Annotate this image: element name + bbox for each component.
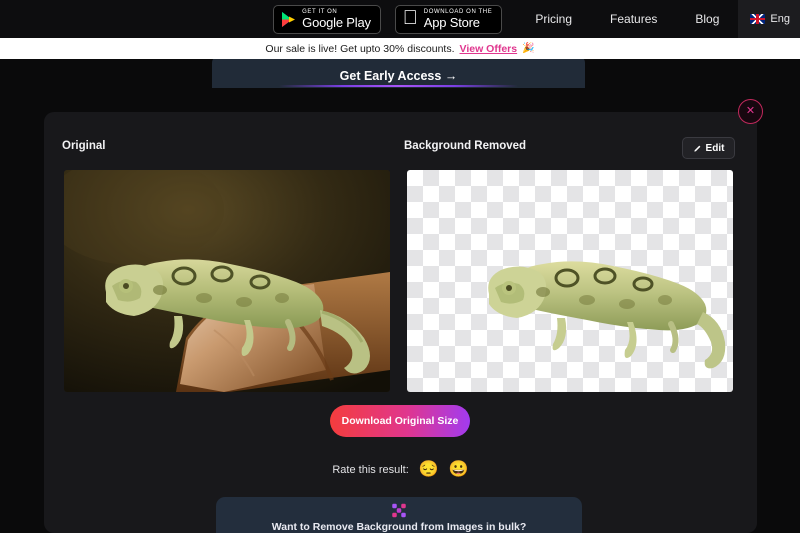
nav-item-pricing[interactable]: Pricing — [516, 12, 591, 26]
edit-button[interactable]: Edit — [682, 137, 735, 159]
view-offers-link[interactable]: View Offers — [460, 43, 518, 55]
early-access-banner[interactable]: Get Early Access → — [212, 55, 585, 88]
bulk-removal-banner[interactable]: Want to Remove Background from Images in… — [216, 497, 582, 533]
party-emoji: 🎉 — [522, 43, 535, 54]
early-access-underline — [212, 85, 585, 87]
card-header: Original Background Removed Edit — [44, 112, 757, 162]
app-store-badge[interactable]:  Download on the App Store — [394, 4, 503, 34]
original-image-pane[interactable] — [64, 170, 390, 392]
header-nav-group: GET IT ON Google Play  Download on the … — [273, 0, 800, 38]
google-play-badge[interactable]: GET IT ON Google Play — [273, 4, 381, 34]
site-header: GET IT ON Google Play  Download on the … — [0, 0, 800, 38]
close-icon: ✕ — [745, 105, 756, 117]
announcement-text: Our sale is live! Get upto 30% discounts… — [265, 42, 455, 55]
rate-result-label: Rate this result: — [332, 464, 409, 476]
close-button[interactable]: ✕ — [738, 99, 763, 124]
cutout-chameleon-image — [488, 261, 726, 369]
bulk-images-icon — [392, 503, 406, 518]
google-play-badge-text: GET IT ON Google Play — [302, 9, 371, 29]
google-play-badge-main: Google Play — [302, 15, 371, 30]
app-store-badge-text: Download on the App Store — [424, 9, 493, 29]
happy-emoji[interactable]: 😀 — [449, 462, 469, 478]
original-chameleon-photo — [64, 170, 390, 392]
result-card: Original Background Removed Edit Downloa… — [44, 112, 757, 533]
sad-emoji[interactable]: 😔 — [419, 462, 439, 478]
early-access-label: Get Early Access → — [339, 69, 458, 83]
rate-result-row: Rate this result: 😔 😀 — [44, 462, 757, 478]
pencil-icon — [693, 145, 700, 152]
google-play-icon — [282, 11, 296, 27]
original-label: Original — [62, 140, 106, 152]
background-removed-pane[interactable] — [407, 170, 733, 392]
bulk-banner-text: Want to Remove Background from Images in… — [271, 521, 527, 533]
language-label: Eng — [770, 13, 790, 25]
app-store-badge-main: App Store — [423, 15, 480, 30]
language-selector[interactable]: Eng — [738, 0, 800, 38]
apple-logo-icon:  — [403, 8, 418, 28]
page-root: GET IT ON Google Play  Download on the … — [0, 0, 800, 533]
nav-item-blog[interactable]: Blog — [676, 12, 738, 26]
nav-item-features[interactable]: Features — [591, 12, 676, 26]
announcement-bar: Our sale is live! Get upto 30% discounts… — [0, 38, 800, 59]
download-original-size-button[interactable]: Download Original Size — [330, 405, 470, 437]
background-removed-label: Background Removed — [404, 140, 527, 152]
uk-flag-icon — [750, 14, 766, 24]
edit-button-label: Edit — [705, 142, 725, 154]
